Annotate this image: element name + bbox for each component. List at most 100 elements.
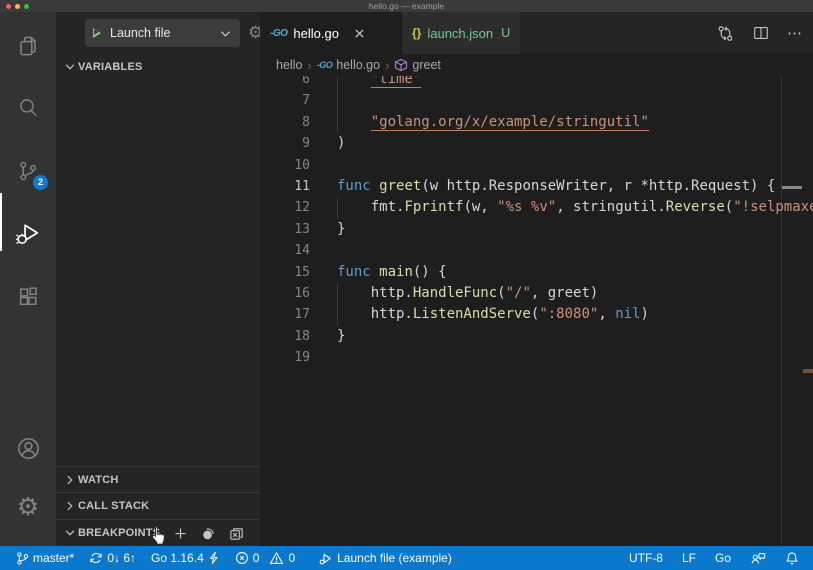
code-editor[interactable]: 6 "time" 7 8 "golang.org/x/example/stringu… [260, 76, 813, 546]
line-number: 13 [294, 221, 310, 237]
accounts-button[interactable] [0, 422, 56, 474]
status-bar: master* 0↓ 6↑ Go 1.16.4 0 0 Launch file … [0, 546, 813, 570]
go-version-status[interactable]: Go 1.16.4 [151, 551, 220, 565]
line-number: 14 [294, 243, 310, 259]
sync-icon [90, 552, 102, 564]
tab-bar: ‑GO hello.go {} launch.json U ⋯ [260, 12, 813, 54]
files-icon [20, 36, 36, 56]
section-label: CALL STACK [78, 500, 150, 512]
section-breakpoints[interactable]: BREAKPOINTS [56, 519, 260, 546]
sidebar-item-run-and-debug[interactable] [0, 208, 56, 260]
feedback-button[interactable] [750, 551, 766, 566]
go-file-icon: ‑GO [270, 27, 288, 39]
line-number: 18 [294, 328, 310, 344]
line-number: 16 [294, 285, 310, 301]
activity-bar: 2 ⚙ [0, 12, 56, 546]
sidebar-item-source-control[interactable]: 2 [0, 145, 56, 197]
add-function-breakpoint-icon[interactable] [173, 526, 188, 541]
chevron-down-icon [65, 64, 75, 70]
json-file-icon: {} [412, 26, 422, 40]
section-call-stack[interactable]: CALL STACK [56, 492, 260, 519]
sidebar-item-search[interactable] [0, 82, 56, 134]
breadcrumb-folder[interactable]: hello [276, 58, 302, 72]
line-number: 8 [302, 114, 310, 130]
feedback-icon [751, 552, 766, 564]
zoom-window-button[interactable] [24, 3, 29, 9]
git-branch-status[interactable]: master* [15, 551, 74, 566]
breadcrumb-file[interactable]: ‑GO hello.go [317, 58, 380, 72]
search-icon [19, 98, 37, 116]
line-number: 19 [294, 350, 310, 366]
code-line: 14 [260, 240, 813, 261]
open-changes-icon[interactable] [716, 24, 735, 43]
breadcrumb-symbol[interactable]: greet [394, 58, 441, 72]
line-number: 9 [302, 136, 310, 152]
configure-launch-gear-icon[interactable]: ⚙ [248, 25, 260, 42]
section-variables[interactable]: VARIABLES [56, 54, 260, 80]
run-and-debug-sidebar: Launch file ⚙ VARIABLES WATCH CALL STACK [56, 12, 260, 546]
more-actions-icon[interactable]: ⋯ [787, 24, 803, 42]
notifications-button[interactable] [785, 551, 799, 566]
sidebar-item-extensions[interactable] [0, 271, 56, 323]
chevron-down-icon [220, 30, 231, 37]
git-sync-status[interactable]: 0↓ 6↑ [89, 551, 136, 565]
code-line: 18} [260, 326, 813, 347]
code-line: 7 [260, 90, 813, 112]
chevron-down-icon [65, 530, 75, 536]
window-controls[interactable] [6, 3, 29, 9]
toggle-breakpoints-icon[interactable] [201, 526, 216, 541]
tab-label: launch.json [427, 25, 494, 41]
account-icon [17, 437, 39, 459]
remove-all-breakpoints-icon[interactable] [229, 526, 244, 541]
section-watch[interactable]: WATCH [56, 466, 260, 492]
sidebar-item-explorer[interactable] [0, 20, 56, 72]
launch-config-label: Launch file [110, 26, 171, 40]
code-line: 12 fmt.Fprintf(w, "%s %v", stringutil.Re… [260, 197, 813, 219]
launch-config-dropdown[interactable]: Launch file [85, 19, 240, 47]
code-line: 15 func main() { [260, 262, 813, 283]
line-number: 12 [294, 200, 310, 216]
overview-ruler-mark [803, 369, 813, 373]
code-line: 6 "time" [260, 76, 813, 91]
close-icon [355, 28, 364, 38]
code-lines: 6 "time" 7 8 "golang.org/x/example/stringu… [260, 76, 813, 368]
vscode-window: hello.go — example 2 ⚙ Launch file ⚙ VAR… [0, 0, 813, 570]
section-label: VARIABLES [78, 61, 143, 73]
editor-group: ‑GO hello.go {} launch.json U ⋯ hello › … [260, 12, 813, 546]
zap-icon [209, 551, 218, 565]
tab-hello-go[interactable]: ‑GO hello.go [260, 12, 400, 54]
line-number: 7 [302, 93, 310, 109]
eol-status[interactable]: LF [682, 551, 696, 565]
warning-icon [270, 552, 284, 564]
split-editor-icon[interactable] [752, 24, 770, 42]
bell-icon [786, 551, 798, 564]
encoding-status[interactable]: UTF-8 [629, 551, 663, 565]
close-window-button[interactable] [6, 3, 11, 9]
extensions-icon [19, 286, 37, 305]
start-debug-icon[interactable] [93, 28, 101, 38]
close-tab-button[interactable] [353, 27, 366, 40]
code-line: 8 "golang.org/x/example/stringutil" [260, 111, 813, 134]
gear-icon: ⚙ [16, 491, 40, 521]
line-number: 11 [294, 178, 310, 194]
line-number: 15 [294, 264, 310, 280]
debug-run-icon [319, 553, 331, 565]
line-number: 10 [294, 157, 310, 173]
code-line: 9) [260, 133, 813, 154]
minimize-window-button[interactable] [15, 3, 20, 9]
variables-empty-body [56, 80, 260, 466]
manage-button[interactable]: ⚙ [0, 480, 56, 532]
debug-launch-status[interactable]: Launch file (example) [318, 551, 452, 566]
code-line: 11 func greet(w http.ResponseWriter, r *h… [260, 176, 813, 197]
git-branch-icon [17, 551, 29, 565]
run-and-debug-icon [15, 224, 39, 245]
go-file-icon: ‑GO [316, 60, 333, 70]
language-mode-status[interactable]: Go [715, 551, 731, 565]
overview-ruler-mark [782, 186, 802, 189]
title-bar: hello.go — example [0, 0, 813, 12]
scm-badge: 2 [33, 175, 48, 190]
section-label: WATCH [78, 473, 119, 486]
problems-status[interactable]: 0 0 [235, 551, 295, 565]
chevron-right-icon [67, 475, 73, 484]
tab-launch-json[interactable]: {} launch.json U [400, 12, 521, 54]
